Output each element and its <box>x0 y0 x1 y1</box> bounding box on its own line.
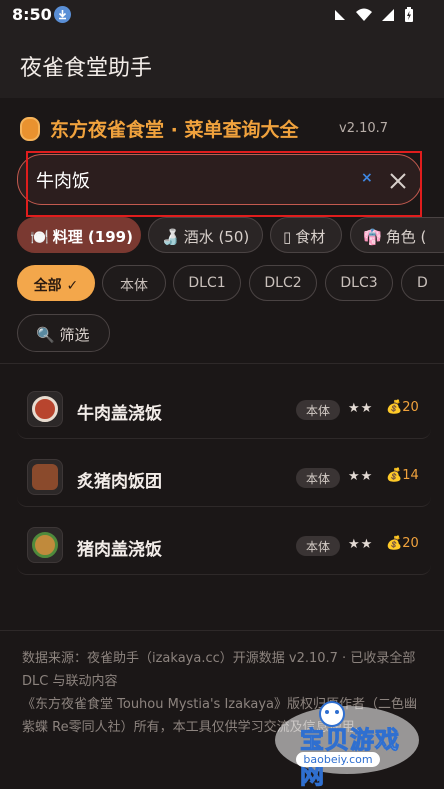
coin-icon: 💰 <box>386 536 403 551</box>
price: 💰14 <box>386 468 419 483</box>
tab-characters[interactable]: 👘 角色 ( <box>350 217 444 253</box>
wifi-icon <box>355 7 372 26</box>
tab-label: 食材 <box>295 228 326 246</box>
dish-name: 炙猪肉饭团 <box>77 472 162 492</box>
dish-name: 牛肉盖浇饭 <box>77 404 162 424</box>
battery-icon <box>404 6 414 27</box>
sake-icon: 🍶 <box>161 228 180 246</box>
price-value: 14 <box>402 468 419 483</box>
watermark-logo: 宝贝游戏网 baobeiy.com <box>272 700 422 789</box>
result-row[interactable]: 猪肉盖浇饭 本体 ★★ 💰20 <box>17 519 431 575</box>
result-row[interactable]: 牛肉盖浇饭 本体 ★★ 💰20 <box>17 383 431 439</box>
divider <box>0 363 444 364</box>
chip-base-game[interactable]: 本体 <box>102 265 166 301</box>
price: 💰20 <box>386 400 419 415</box>
page-title: 东方夜雀食堂 · 菜单查询大全 <box>50 119 299 141</box>
tab-drinks[interactable]: 🍶 酒水 (50) <box>148 217 263 253</box>
app-title: 夜雀食堂助手 <box>20 56 153 81</box>
tab-label: 料理 (199) <box>52 228 133 246</box>
dish-name: 猪肉盖浇饭 <box>77 540 162 560</box>
star-rating: ★★ <box>348 469 374 484</box>
lantern-icon <box>20 117 40 141</box>
tab-label: 酒水 (50) <box>183 228 250 246</box>
tab-label: 角色 ( <box>385 228 427 246</box>
tab-dishes[interactable]: 🍽️ 料理 (199) <box>17 217 141 253</box>
character-icon: 👘 <box>363 228 382 246</box>
dish-image <box>27 459 63 495</box>
star-rating: ★★ <box>348 537 374 552</box>
search-input[interactable] <box>36 169 336 190</box>
version-label: v2.10.7 <box>339 121 389 136</box>
dish-image <box>27 527 63 563</box>
chip-dlc2[interactable]: DLC2 <box>249 265 317 301</box>
filter-label: 筛选 <box>59 326 90 344</box>
filter-button[interactable]: 🔍 筛选 <box>17 314 110 352</box>
star-rating: ★★ <box>348 401 374 416</box>
version-badge: 本体 <box>296 400 340 420</box>
version-badge: 本体 <box>296 468 340 488</box>
download-icon <box>54 6 71 23</box>
price: 💰20 <box>386 536 419 551</box>
footer-source: 数据来源：夜雀助手（izakaya.cc）开源数据 v2.10.7 · 已收录全… <box>22 651 416 689</box>
status-time: 8:50 <box>12 5 52 24</box>
chip-dlc1[interactable]: DLC1 <box>173 265 241 301</box>
result-row[interactable]: 炙猪肉饭团 本体 ★★ 💰14 <box>17 451 431 507</box>
search-icon: 🔍 <box>36 326 55 344</box>
price-value: 20 <box>402 536 419 551</box>
tab-ingredients[interactable]: ▯ 食材 <box>270 217 342 253</box>
close-icon[interactable] <box>388 171 408 195</box>
ingredient-icon: ▯ <box>283 228 292 246</box>
signal-icon <box>333 7 347 26</box>
coin-icon: 💰 <box>386 468 403 483</box>
price-value: 20 <box>402 400 419 415</box>
cellular-icon <box>381 7 395 26</box>
status-bar: 8:50 <box>0 0 444 30</box>
clear-search-icon[interactable]: × <box>361 170 373 186</box>
chip-dlc-more[interactable]: D <box>401 265 444 301</box>
app-bar: 夜雀食堂助手 <box>0 30 444 98</box>
dish-icon: 🍽️ <box>30 228 49 246</box>
chip-all[interactable]: 全部 ✓ <box>17 265 95 301</box>
watermark-url: baobeiy.com <box>296 752 380 767</box>
dish-image <box>27 391 63 427</box>
version-badge: 本体 <box>296 536 340 556</box>
coin-icon: 💰 <box>386 400 403 415</box>
chip-dlc3[interactable]: DLC3 <box>325 265 393 301</box>
